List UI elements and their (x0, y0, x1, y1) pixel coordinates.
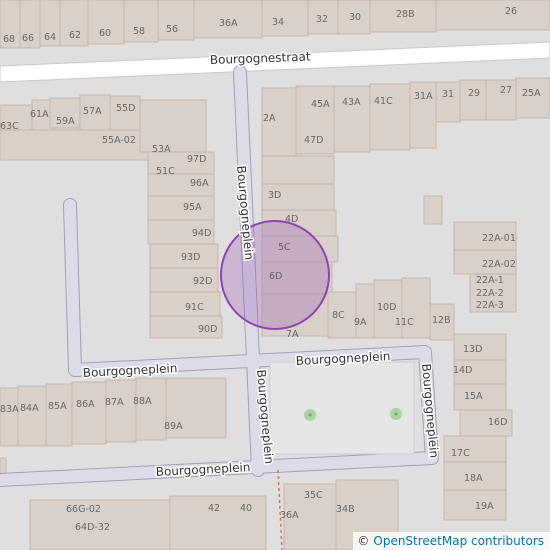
tree-trunk (308, 413, 312, 417)
house-number-label: 56 (166, 24, 178, 35)
house-number-label: 25A (522, 88, 541, 99)
house-number-label: 34B (336, 504, 355, 515)
house-number-label: 55A-02 (102, 135, 136, 146)
house-number-label: 36A (219, 18, 238, 29)
house-number-label: 93D (181, 252, 200, 263)
house-number-label: 19A (475, 501, 494, 512)
house-number-label: 12B (432, 315, 451, 326)
osm-attribution-link[interactable]: OpenStreetMap contributors (373, 534, 544, 548)
house-number-label: 41C (374, 96, 393, 107)
house-number-label: 60 (99, 28, 111, 39)
house-number-label: 8C (332, 310, 345, 321)
house-number-label: 68 (3, 34, 15, 45)
house-number-label: 28B (396, 9, 415, 20)
house-number-label: 6D (269, 271, 282, 282)
house-number-label: 66G-02 (66, 504, 101, 515)
house-number-label: 11C (395, 317, 414, 328)
house-number-label: 7A (286, 329, 299, 340)
house-number-label: 18A (464, 473, 483, 484)
central-square (269, 361, 415, 455)
house-number-label: 59A (56, 116, 75, 127)
house-number-label: 15A (464, 391, 483, 402)
house-number-label: 17C (451, 448, 470, 459)
house-number-label: 58 (133, 26, 145, 37)
house-number-label: 40 (240, 503, 252, 514)
house-number-label: 47D (304, 135, 323, 146)
house-number-label: 83A (0, 404, 19, 415)
house-number-label: 22A-3 (476, 300, 504, 311)
house-number-label: 10D (377, 302, 396, 313)
house-number-label: 22A-2 (476, 288, 504, 299)
house-number-label: 13D (463, 344, 482, 355)
map-canvas[interactable]: Bourgognestraat Bourgogneplein Bourgogne… (0, 0, 550, 550)
house-number-label: 31A (414, 91, 433, 102)
house-number-label: 86A (76, 399, 95, 410)
house-number-label: 55D (116, 103, 135, 114)
house-number-label: 84A (20, 403, 39, 414)
house-number-label: 53A (152, 144, 171, 155)
house-number-label: 64D-32 (75, 522, 110, 533)
house-number-label: 26 (505, 6, 517, 17)
house-number-label: 64 (44, 32, 56, 43)
house-number-label: 91C (185, 302, 204, 313)
house-number-label: 66 (22, 33, 34, 44)
house-number-label: 22A-02 (482, 259, 516, 270)
house-number-label: 42 (208, 503, 220, 514)
house-number-label: 2A (263, 113, 276, 124)
copyright-symbol: © (357, 534, 370, 548)
house-number-label: 31 (442, 89, 454, 100)
house-number-label: 14D (453, 365, 472, 376)
house-number-label: 94D (192, 228, 211, 239)
house-number-label: 27 (500, 85, 512, 96)
house-number-label: 35C (304, 490, 323, 501)
house-number-label: 43A (342, 97, 361, 108)
house-number-label: 51C (156, 166, 175, 177)
house-number-label: 63C (0, 121, 19, 132)
house-number-label: 3D (268, 190, 281, 201)
tree-trunk (394, 412, 398, 416)
house-number-label: 5C (278, 242, 291, 253)
house-number-label: 16D (488, 417, 507, 428)
house-number-label: 36A (280, 510, 299, 521)
house-number-label: 32 (316, 14, 328, 25)
house-number-label: 9A (354, 317, 367, 328)
house-number-label: 29 (468, 88, 480, 99)
house-number-label: 85A (48, 401, 67, 412)
house-number-label: 92D (193, 276, 212, 287)
house-number-label: 4D (285, 214, 298, 225)
house-number-label: 22A-1 (476, 275, 504, 286)
house-number-label: 89A (164, 421, 183, 432)
house-number-label: 95A (183, 202, 202, 213)
house-number-label: 45A (311, 99, 330, 110)
house-number-label: 57A (83, 106, 102, 117)
house-number-label: 61A (30, 109, 49, 120)
house-number-label: 34 (272, 17, 284, 28)
map-attribution: © OpenStreetMap contributors (353, 532, 550, 550)
house-number-label: 88A (133, 396, 152, 407)
house-number-label: 97D (187, 154, 206, 165)
house-number-label: 22A-01 (482, 233, 516, 244)
house-number-label: 96A (190, 178, 209, 189)
house-number-label: 30 (349, 12, 361, 23)
house-number-label: 90D (198, 324, 217, 335)
house-number-label: 62 (69, 30, 81, 41)
house-number-label: 87A (105, 397, 124, 408)
